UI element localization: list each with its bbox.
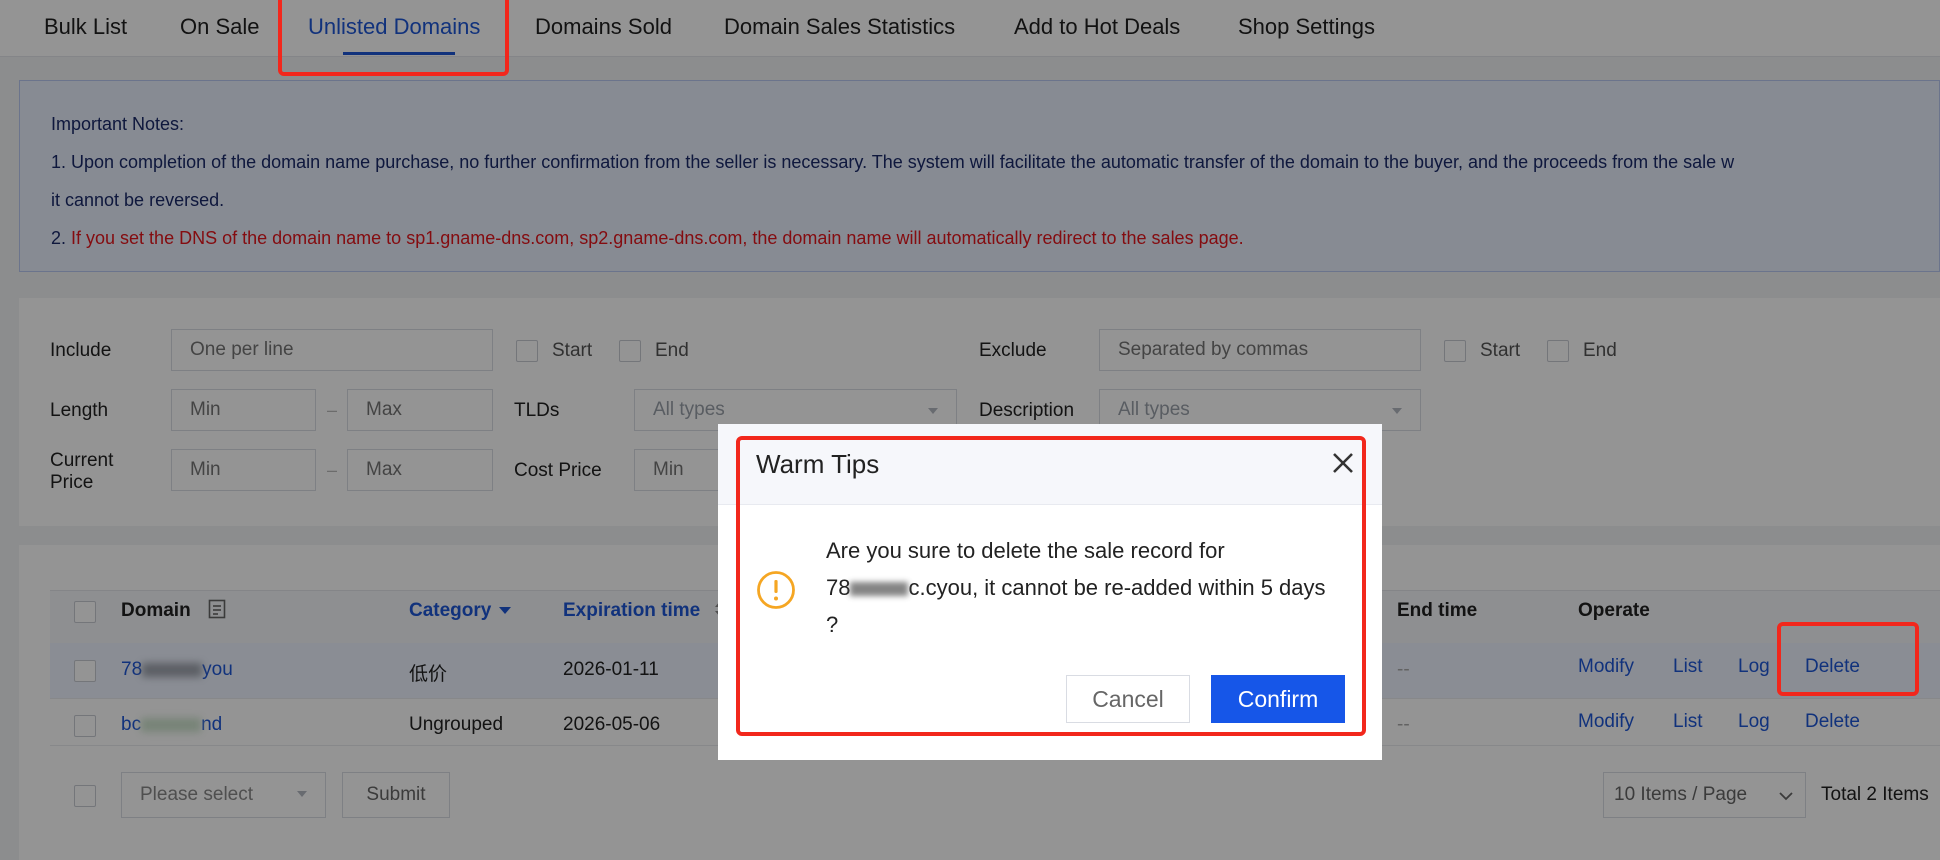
close-icon[interactable] <box>1328 448 1358 478</box>
dialog-title: Warm Tips <box>756 449 880 479</box>
dialog-message-line-3: ? <box>826 612 839 637</box>
dialog-message-line-1: Are you sure to delete the sale record f… <box>826 538 1225 563</box>
dialog-message-line-2: c.cyou, it cannot be re-added within 5 d… <box>908 575 1326 600</box>
warm-tips-dialog: Warm Tips Are you sure to delete the sal… <box>718 424 1382 760</box>
redacted-domain <box>850 582 909 597</box>
warning-icon <box>757 571 795 609</box>
dialog-header: Warm Tips <box>718 424 1382 505</box>
dialog-message: Are you sure to delete the sale record f… <box>826 532 1356 643</box>
dialog-domain-prefix: 78 <box>826 575 851 600</box>
confirm-button[interactable]: Confirm <box>1211 675 1345 723</box>
cancel-button[interactable]: Cancel <box>1066 675 1190 723</box>
